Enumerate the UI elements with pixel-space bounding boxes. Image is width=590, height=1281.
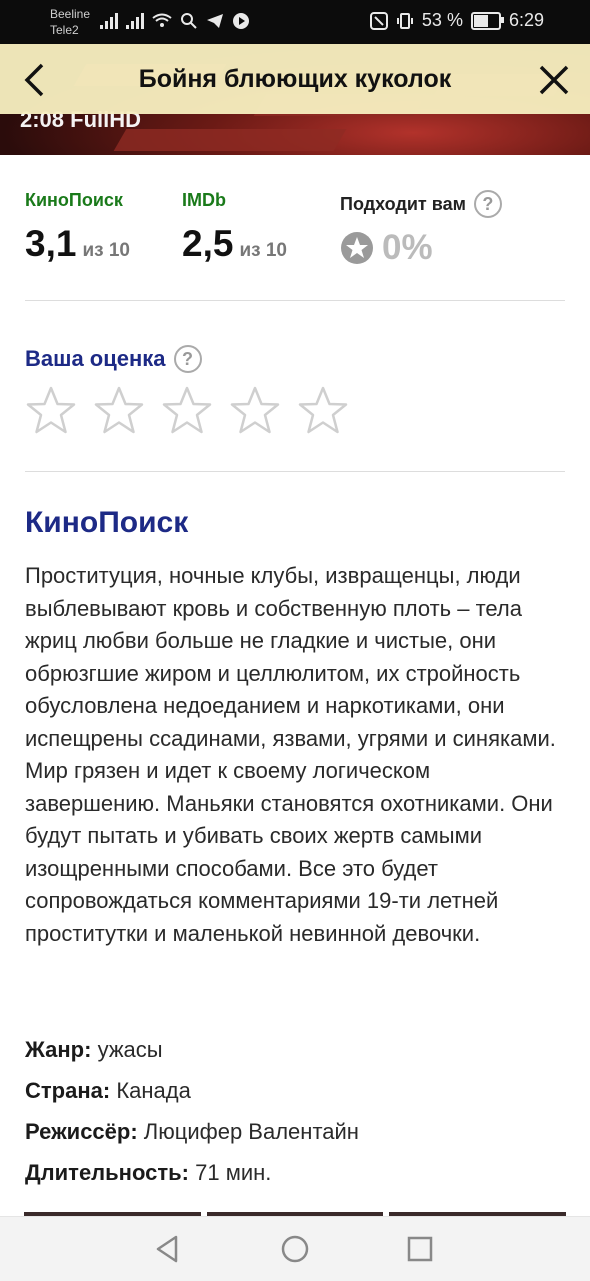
ratings-block: КиноПоиск 3,1 из 10 IMDb 2,5 из 10 Подходи… — [25, 190, 565, 270]
star-icon[interactable] — [161, 385, 213, 437]
description-source: КиноПоиск — [25, 506, 189, 539]
signal-icon-2 — [126, 13, 144, 29]
carrier-1: Beeline — [50, 7, 91, 21]
star-icon[interactable] — [297, 385, 349, 437]
clock: 6:29 — [508, 10, 544, 30]
play-icon — [233, 13, 249, 29]
movie-description: Проституция, ночные клубы, извращенцы, л… — [25, 563, 556, 946]
match-label: Подходит вам — [340, 193, 466, 214]
status-bar: Beeline Tele2 53 % 6:29 — [0, 0, 590, 44]
back-triangle-icon[interactable] — [150, 1231, 186, 1267]
close-icon[interactable] — [536, 62, 572, 98]
genre-row: Жанр: ужасы — [25, 1037, 565, 1078]
home-circle-icon[interactable] — [277, 1231, 313, 1267]
status-icons — [100, 12, 250, 30]
nfc-icon — [369, 11, 388, 30]
help-icon[interactable]: ? — [473, 190, 502, 218]
vibrate-icon — [396, 12, 413, 29]
kinopoisk-value: 3,1 — [25, 223, 77, 264]
movie-details: Жанр: ужасы Страна: Канада Режиссёр: Люц… — [25, 1037, 565, 1201]
star-rating-input[interactable] — [25, 385, 349, 437]
battery-fill — [473, 14, 488, 27]
match-rating: Подходит вам? 0% — [340, 190, 502, 268]
page-title: Бойня блюющих куколок — [138, 64, 452, 93]
match-label-row: Подходит вам? — [340, 190, 502, 218]
star-icon[interactable] — [93, 385, 145, 437]
wifi-icon — [152, 13, 172, 27]
battery-icon — [470, 11, 504, 30]
kinopoisk-scale: из 10 — [82, 240, 130, 261]
duration-label: Длительность: — [25, 1160, 189, 1185]
country-row: Страна: Канада — [25, 1078, 565, 1119]
director-value: Люцифер Валентайн — [143, 1119, 359, 1144]
match-value-row: 0% — [340, 228, 502, 268]
genre-value: ужасы — [97, 1037, 163, 1062]
your-rating-heading: Ваша оценка ? — [25, 345, 202, 373]
director-row: Режиссёр: Люцифер Валентайн — [25, 1119, 565, 1160]
system-nav-bar — [0, 1216, 590, 1281]
star-icon[interactable] — [229, 385, 281, 437]
imdb-scale: из 10 — [239, 240, 287, 261]
genre-label: Жанр: — [25, 1037, 92, 1062]
star-icon[interactable] — [25, 385, 77, 437]
divider — [25, 471, 565, 472]
duration-row: Длительность: 71 мин. — [25, 1160, 565, 1201]
star-badge-icon — [341, 232, 373, 264]
search-icon — [181, 13, 197, 29]
match-value: 0% — [382, 228, 433, 267]
imdb-value-row: 2,5 из 10 — [182, 223, 287, 265]
director-label: Режиссёр: — [25, 1119, 138, 1144]
imdb-label: IMDb — [182, 190, 226, 210]
imdb-value: 2,5 — [182, 223, 234, 264]
signal-icon — [100, 13, 118, 29]
chevron-left-icon[interactable] — [16, 60, 56, 100]
telegram-icon — [207, 14, 223, 28]
country-label: Страна: — [25, 1078, 111, 1103]
carrier-2: Tele2 — [50, 23, 79, 37]
imdb-rating: IMDb 2,5 из 10 — [182, 190, 287, 265]
battery-percent: 53 % — [421, 10, 463, 30]
your-rating-label: Ваша оценка — [25, 346, 166, 371]
kinopoisk-value-row: 3,1 из 10 — [25, 223, 130, 265]
status-right: 53 % 6:29 — [369, 10, 544, 31]
divider — [25, 300, 565, 301]
kinopoisk-label: КиноПоиск — [25, 190, 123, 210]
recents-square-icon[interactable] — [402, 1231, 438, 1267]
duration-value: 71 мин. — [195, 1160, 272, 1185]
country-value: Канада — [116, 1078, 191, 1103]
help-icon[interactable]: ? — [173, 345, 202, 373]
carrier-names: Beeline Tele2 — [50, 6, 90, 38]
kinopoisk-rating: КиноПоиск 3,1 из 10 — [25, 190, 130, 265]
header-bar: Бойня блюющих куколок — [0, 44, 590, 114]
